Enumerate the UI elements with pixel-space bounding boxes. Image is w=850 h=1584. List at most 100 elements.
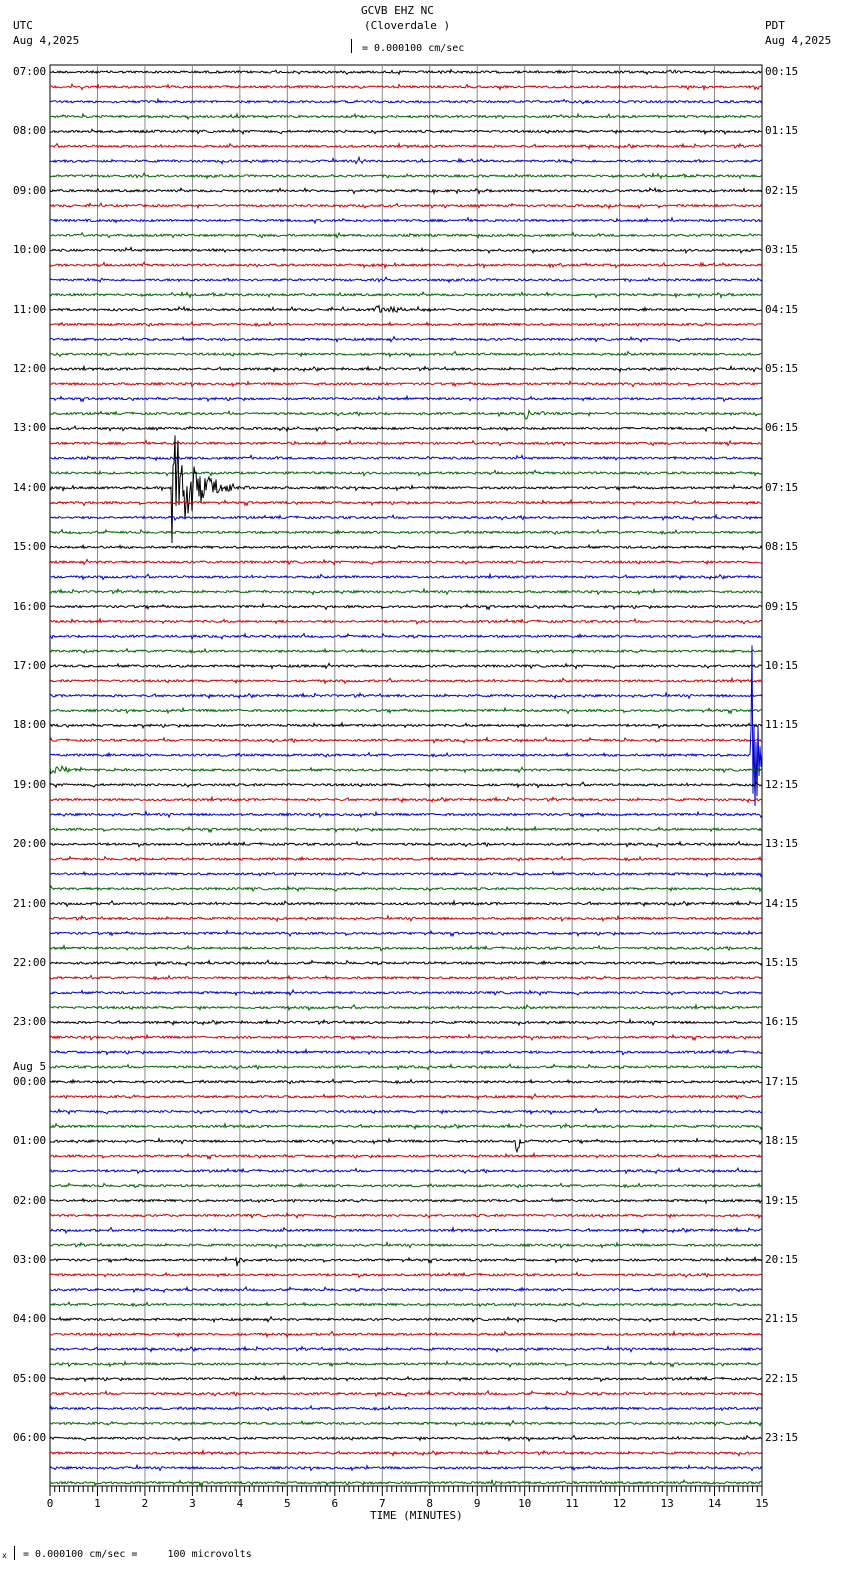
seismic-trace xyxy=(49,141,763,151)
left-hour-label: 15:00 xyxy=(13,540,47,554)
seismic-trace xyxy=(49,795,763,804)
right-hour-label: 10:15 xyxy=(765,659,799,672)
seismic-trace xyxy=(49,1359,763,1369)
x-tick-label: 15 xyxy=(755,1497,769,1510)
seismic-trace xyxy=(49,691,763,700)
seismic-trace xyxy=(49,246,763,255)
seismic-trace xyxy=(49,1136,763,1154)
seismic-trace xyxy=(49,721,763,730)
right-hour-label: 02:15 xyxy=(765,183,799,197)
x-tick-label: 11 xyxy=(565,1497,579,1510)
left-hour-label: 16:00 xyxy=(13,599,47,613)
seismic-trace xyxy=(49,870,763,878)
seismic-trace xyxy=(49,127,763,136)
right-hour-label: 20:15 xyxy=(765,1253,799,1266)
seismic-trace xyxy=(49,929,763,938)
seismic-trace xyxy=(49,1166,763,1175)
right-hour-label: 17:15 xyxy=(765,1074,799,1088)
seismic-trace xyxy=(49,469,763,478)
x-tick-label: 7 xyxy=(378,1497,386,1510)
left-hour-label: 22:00 xyxy=(13,956,47,969)
seismic-trace xyxy=(49,781,763,789)
seismic-trace xyxy=(49,1374,763,1383)
seismic-trace xyxy=(49,1315,763,1324)
left-hour-label: 21:00 xyxy=(13,896,47,910)
seismic-trace xyxy=(49,1018,763,1027)
seismic-trace xyxy=(49,1033,763,1042)
left-hour-label: 08:00 xyxy=(13,124,47,138)
left-hour-label: 14:00 xyxy=(13,480,47,494)
seismic-trace xyxy=(49,988,763,997)
right-hour-label: 16:15 xyxy=(765,1015,799,1029)
x-tick-label: 0 xyxy=(46,1497,54,1510)
x-tick-label: 1 xyxy=(94,1497,101,1510)
seismic-trace xyxy=(49,335,763,344)
seismic-trace xyxy=(49,1047,763,1056)
seismic-trace xyxy=(49,1182,763,1189)
seismic-trace xyxy=(49,647,763,655)
left-hour-label: 10:00 xyxy=(13,243,47,257)
seismic-trace xyxy=(49,974,763,981)
left-hour-label: 07:00 xyxy=(13,65,47,78)
seismic-trace xyxy=(49,216,763,225)
seismic-trace xyxy=(49,558,763,566)
seismic-trace xyxy=(49,1478,763,1487)
seismic-trace xyxy=(49,112,763,121)
seismic-trace xyxy=(49,1329,763,1339)
left-hour-label: 03:00 xyxy=(13,1253,47,1266)
seismic-trace xyxy=(49,1107,763,1116)
seismic-trace xyxy=(49,1344,763,1354)
seismic-trace xyxy=(49,1404,763,1412)
x-tick-label: 12 xyxy=(613,1497,627,1510)
x-tick-label: 6 xyxy=(331,1497,339,1510)
seismic-trace xyxy=(49,261,763,270)
right-hour-label: 11:15 xyxy=(765,718,799,732)
left-hour-label: 06:00 xyxy=(13,1431,47,1445)
x-tick-label: 13 xyxy=(660,1497,674,1510)
right-hour-label: 07:15 xyxy=(765,480,799,494)
seismic-trace xyxy=(49,825,763,834)
left-hour-label: 02:00 xyxy=(13,1193,47,1207)
seismic-trace xyxy=(49,1225,763,1235)
seismic-trace xyxy=(49,513,763,522)
seismic-trace xyxy=(49,435,763,544)
seismic-trace xyxy=(49,1389,763,1398)
seismic-trace xyxy=(49,290,763,299)
x-axis-label: TIME (MINUTES) xyxy=(370,1509,463,1522)
seismic-trace xyxy=(49,1211,763,1220)
left-hour-label: 09:00 xyxy=(13,183,47,197)
seismic-trace xyxy=(49,1240,763,1250)
x-tick-label: 3 xyxy=(189,1497,196,1510)
seismic-trace xyxy=(49,276,763,284)
x-tick-label: 10 xyxy=(518,1497,532,1510)
seismic-trace xyxy=(49,1062,763,1071)
left-hour-label: 04:00 xyxy=(13,1312,47,1326)
right-hour-label: 23:15 xyxy=(765,1431,799,1445)
left-hour-label: 12:00 xyxy=(13,362,47,375)
right-hour-label: 22:15 xyxy=(765,1371,799,1385)
left-hour-label: 05:00 xyxy=(13,1371,47,1385)
date-change-label: Aug 5 xyxy=(13,1059,47,1073)
seismic-trace xyxy=(49,736,763,745)
right-hour-label: 19:15 xyxy=(765,1193,799,1207)
right-hour-label: 00:15 xyxy=(765,65,799,78)
seismic-trace xyxy=(49,171,763,180)
plot-frame xyxy=(49,64,763,1487)
seismic-trace xyxy=(49,1463,763,1472)
left-hour-label: 17:00 xyxy=(13,659,47,672)
left-hour-label: 00:00 xyxy=(13,1074,47,1088)
right-hour-label: 18:15 xyxy=(765,1134,799,1148)
seismic-trace xyxy=(50,68,763,76)
helicorder-plot xyxy=(49,64,763,1496)
seismic-trace xyxy=(49,408,763,420)
right-hour-label: 04:15 xyxy=(765,302,799,316)
seismic-trace xyxy=(49,1078,763,1085)
seismic-trace xyxy=(49,304,763,314)
seismic-trace xyxy=(49,186,763,195)
seismic-trace xyxy=(49,1285,763,1294)
seismic-trace xyxy=(49,1300,763,1308)
seismic-trace xyxy=(49,453,763,462)
seismic-trace xyxy=(49,840,763,848)
right-hour-label: 15:15 xyxy=(765,956,799,969)
seismic-trace xyxy=(49,1197,763,1205)
